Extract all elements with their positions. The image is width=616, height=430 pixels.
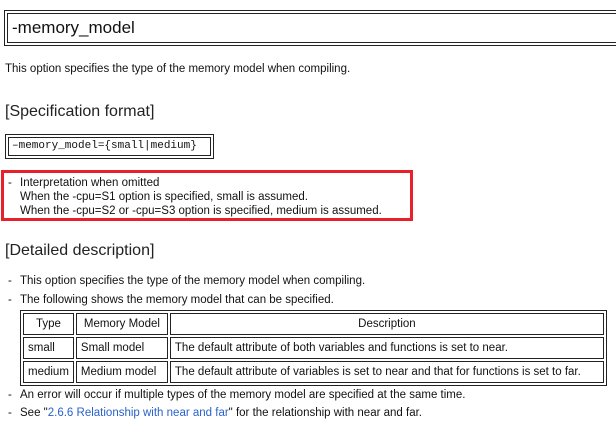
table-header-row: Type Memory Model Description xyxy=(23,313,604,335)
option-title-box: -memory_model xyxy=(4,10,616,46)
detailed-description-heading: [Detailed description] xyxy=(5,242,155,259)
intro-text: This option specifies the type of the me… xyxy=(5,63,351,75)
memory-model-table: Type Memory Model Description small Smal… xyxy=(20,310,607,386)
cell-description: The default attribute of both variables … xyxy=(169,337,604,359)
near-far-link[interactable]: 2.6.6 Relationship with near and far xyxy=(48,407,229,419)
cell-type: medium xyxy=(23,361,74,383)
interpretation-block: - Interpretation when omitted When the -c… xyxy=(8,176,382,218)
list-item: - The following shows the memory model th… xyxy=(8,294,334,306)
header-description: Description xyxy=(169,313,604,335)
header-type: Type xyxy=(23,313,74,335)
cell-model: Small model xyxy=(75,337,168,359)
table-row: medium Medium model The default attribut… xyxy=(23,361,604,383)
spec-code-box: –memory_model={small|medium} xyxy=(5,134,214,159)
interpretation-line-s1: When the -cpu=S1 option is specified, sm… xyxy=(20,191,308,203)
interpretation-heading: Interpretation when omitted xyxy=(20,177,160,189)
list-item: - An error will occur if multiple types o… xyxy=(8,389,466,401)
bullet-dash: - xyxy=(8,177,12,189)
list-item: - See "2.6.6 Relationship with near and f… xyxy=(8,407,422,419)
cell-model: Medium model xyxy=(75,361,168,383)
spec-code: –memory_model={small|medium} xyxy=(8,137,211,156)
option-title: -memory_model xyxy=(7,13,616,43)
list-item: - This option specifies the type of the m… xyxy=(8,275,366,287)
interpretation-line-s2-s3: When the -cpu=S2 or -cpu=S3 option is sp… xyxy=(20,205,382,217)
cell-type: small xyxy=(23,337,74,359)
cell-description: The default attribute of variables is se… xyxy=(169,361,604,383)
table-row: small Small model The default attribute … xyxy=(23,337,604,359)
specification-format-heading: [Specification format] xyxy=(5,103,155,120)
header-memory-model: Memory Model xyxy=(75,313,168,335)
